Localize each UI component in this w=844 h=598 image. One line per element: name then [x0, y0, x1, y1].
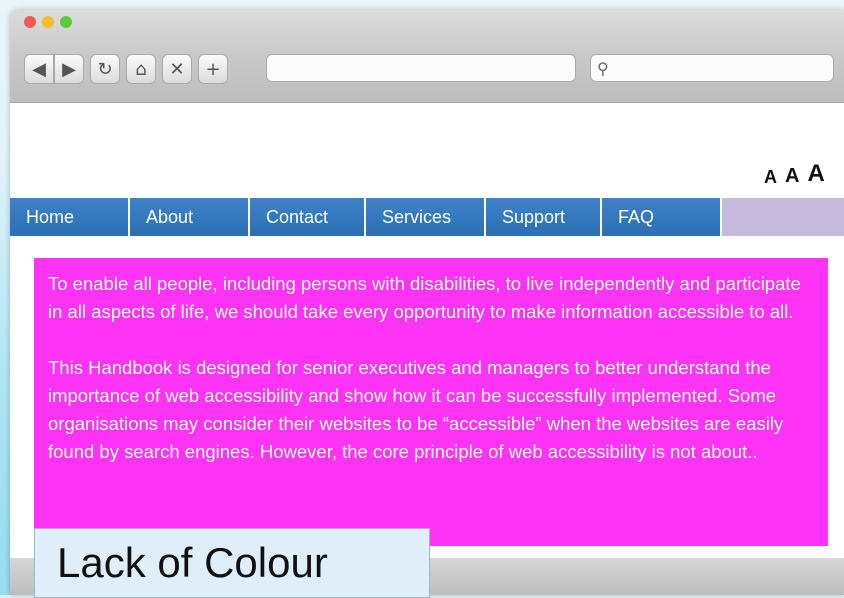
- reload-button[interactable]: ↻: [90, 54, 120, 84]
- nav-contact[interactable]: Contact: [250, 198, 366, 236]
- home-icon: ⌂: [135, 58, 147, 80]
- new-tab-button[interactable]: +: [198, 54, 228, 84]
- browser-toolbar: ◀ ▶ ↻ ⌂ ✕ + ⚲: [10, 10, 844, 103]
- plus-icon: +: [205, 58, 221, 80]
- reload-icon: ↻: [97, 58, 113, 80]
- search-icon: ⚲: [597, 58, 609, 78]
- minimize-window-button[interactable]: [42, 16, 54, 28]
- home-button[interactable]: ⌂: [126, 54, 156, 84]
- back-button[interactable]: ◀: [24, 54, 54, 84]
- text-size-large[interactable]: A: [807, 160, 824, 188]
- search-input[interactable]: ⚲: [590, 54, 834, 82]
- stop-button[interactable]: ✕: [162, 54, 192, 84]
- close-window-button[interactable]: [24, 16, 36, 28]
- text-size-controls: A A A: [764, 160, 825, 188]
- forward-button[interactable]: ▶: [54, 54, 84, 84]
- address-bar[interactable]: [266, 54, 576, 82]
- content-paragraph: This Handbook is designed for senior exe…: [48, 357, 784, 462]
- content-paragraph: To enable all people, including persons …: [48, 273, 801, 322]
- nav-support[interactable]: Support: [486, 198, 602, 236]
- nav-faq[interactable]: FAQ: [602, 198, 722, 236]
- text-size-small[interactable]: A: [764, 167, 777, 188]
- site-nav: Home About Contact Services Support FAQ: [10, 198, 844, 236]
- nav-services[interactable]: Services: [366, 198, 486, 236]
- content-box: To enable all people, including persons …: [34, 258, 828, 546]
- window-controls: [24, 16, 72, 28]
- forward-icon: ▶: [62, 58, 76, 80]
- maximize-window-button[interactable]: [60, 16, 72, 28]
- back-icon: ◀: [32, 58, 46, 80]
- stop-icon: ✕: [169, 58, 185, 80]
- browser-window: ◀ ▶ ↻ ⌂ ✕ + ⚲ A A A Home About Contact S…: [10, 10, 844, 595]
- nav-about[interactable]: About: [130, 198, 250, 236]
- slide-caption: Lack of Colour: [34, 528, 430, 598]
- navigation-buttons: ◀ ▶ ↻ ⌂ ✕ +: [24, 54, 228, 84]
- text-size-medium[interactable]: A: [785, 165, 799, 188]
- nav-home[interactable]: Home: [10, 198, 130, 236]
